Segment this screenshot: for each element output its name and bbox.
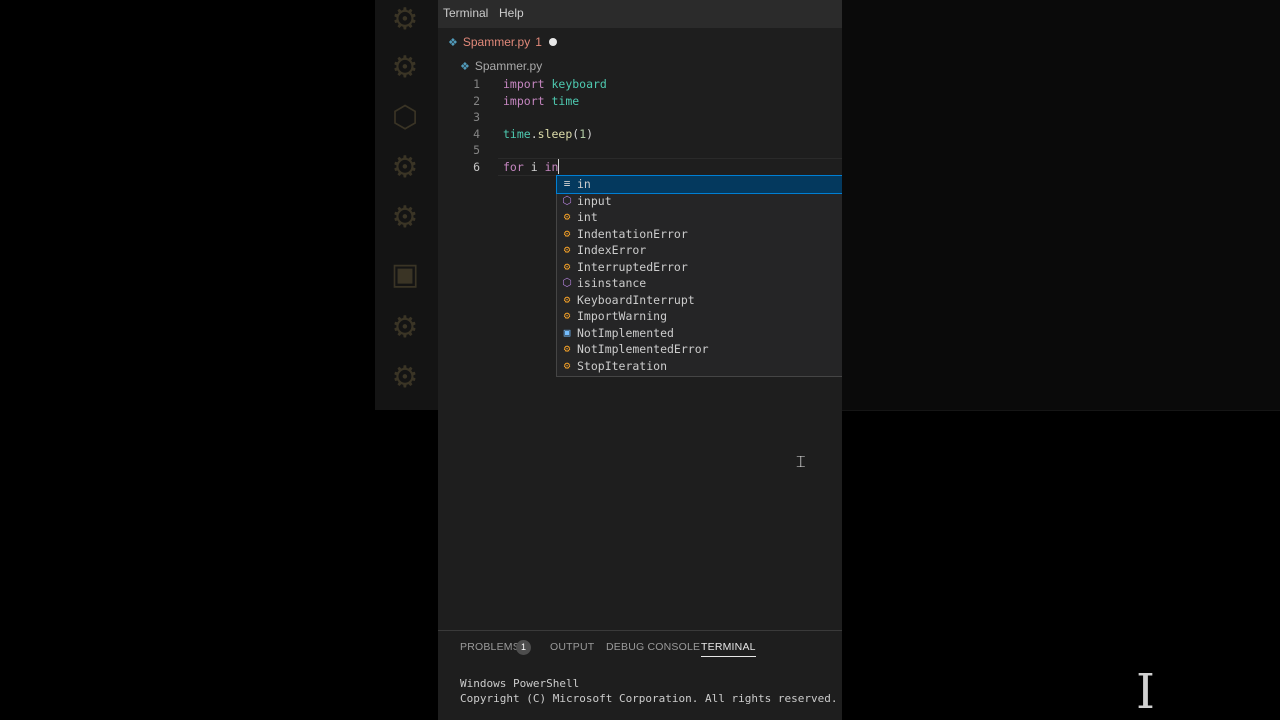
code-line[interactable]: 6 for i in	[438, 158, 842, 175]
menu-terminal[interactable]: Terminal	[443, 6, 488, 20]
tab-terminal[interactable]: TERMINAL	[701, 641, 756, 657]
class-icon: ⚙	[391, 310, 419, 345]
menu-help[interactable]: Help	[499, 6, 524, 20]
python-file-icon: ❖	[448, 36, 458, 49]
code-token: time	[551, 93, 580, 108]
tab-output[interactable]: OUTPUT	[550, 641, 594, 653]
suggestion-label: KeyboardInterrupt	[577, 292, 695, 307]
suggestion-item[interactable]: ⚙ int	[557, 209, 842, 226]
text-cursor-icon: ⌶	[796, 452, 806, 471]
suggestion-item[interactable]: ⚙ NotImplementedError	[557, 341, 842, 358]
class-icon: ⚙	[563, 358, 571, 372]
editor-window: Terminal Help ❖ Spammer.py 1 ❖ Spammer.p…	[438, 0, 842, 720]
code-token: sleep	[537, 126, 573, 141]
class-icon: ⚙	[563, 342, 571, 356]
class-icon: ⚙	[563, 259, 571, 273]
python-file-icon: ❖	[460, 60, 470, 73]
code-token: )	[586, 126, 594, 141]
suggestion-item[interactable]: ⚙ InterruptedError	[557, 259, 842, 276]
suggestion-label: int	[577, 210, 598, 225]
class-icon: ⚙	[391, 360, 419, 395]
suggestion-item[interactable]: ⬡ isinstance	[557, 275, 842, 292]
suggestion-label: InterruptedError	[577, 259, 688, 274]
suggestion-label: NotImplemented	[577, 325, 674, 340]
unsaved-dot-icon[interactable]	[549, 38, 557, 46]
class-icon: ⚙	[391, 50, 419, 85]
line-number: 1	[473, 77, 480, 91]
suggestion-label: IndentationError	[577, 226, 688, 241]
tab-spammer-py[interactable]: ❖ Spammer.py 1	[448, 28, 542, 56]
text-cursor-icon: I	[1136, 664, 1155, 720]
suggestion-label: input	[577, 193, 612, 208]
line-number: 5	[473, 143, 480, 157]
class-icon: ⚙	[391, 2, 419, 37]
text-caret	[558, 158, 560, 174]
cube-icon: ⬡	[391, 100, 419, 135]
code-token: keyboard	[551, 77, 607, 91]
suggestion-item[interactable]: ⚙ StopIteration	[557, 358, 842, 375]
line-source: import keyboard	[503, 76, 607, 92]
line-source: time.sleep(1)	[503, 126, 593, 142]
background-blurred-sidebar: ⚙ ⚙ ⬡ ⚙ ⚙ ▣ ⚙ ⚙	[375, 0, 438, 410]
code-line[interactable]: 1 import keyboard	[438, 76, 842, 92]
code-token: in	[544, 159, 559, 174]
class-icon: ⚙	[563, 309, 571, 323]
line-source: import time	[503, 93, 579, 109]
background-blurred-panel	[842, 0, 1280, 411]
problems-badge: 1	[516, 640, 531, 655]
code-token: import	[503, 77, 552, 91]
suggestion-item[interactable]: ⚙ KeyboardInterrupt	[557, 292, 842, 309]
tab-problems[interactable]: PROBLEMS	[460, 641, 520, 653]
bottom-panel: PROBLEMS 1 OUTPUT DEBUG CONSOLE TERMINAL…	[438, 630, 842, 720]
line-number: 6	[473, 159, 480, 174]
tab-debug-console[interactable]: DEBUG CONSOLE	[606, 641, 700, 653]
line-number: 3	[473, 110, 480, 124]
suggestion-label: isinstance	[577, 276, 647, 291]
code-token: import	[503, 93, 552, 108]
suggestion-label: in	[577, 177, 591, 192]
class-icon: ⚙	[391, 200, 419, 235]
terminal-line: Windows PowerShell	[460, 677, 580, 690]
class-icon: ⚙	[563, 210, 571, 224]
tab-problem-count: 1	[535, 35, 542, 49]
tab-bar: ❖ Spammer.py 1	[438, 28, 842, 56]
suggestion-item[interactable]: ⚙ IndentationError	[557, 226, 842, 243]
tab-label: Spammer.py	[462, 35, 531, 49]
code-token: .	[530, 126, 538, 141]
class-icon: ⚙	[563, 243, 571, 257]
keyword-icon: ≡	[563, 177, 571, 191]
terminal-line: Copyright (C) Microsoft Corporation. All…	[460, 692, 838, 705]
function-icon: ⬡	[562, 193, 572, 207]
suggestion-label: ImportWarning	[577, 309, 668, 324]
code-line[interactable]: 3	[438, 109, 842, 125]
line-number: 4	[473, 126, 480, 141]
code-line[interactable]: 5	[438, 142, 842, 158]
line-number: 2	[473, 93, 480, 108]
class-icon: ⚙	[563, 292, 571, 306]
code-token: for	[503, 159, 531, 174]
class-icon: ⚙	[563, 226, 571, 240]
breadcrumb[interactable]: ❖ Spammer.py	[460, 59, 542, 73]
suggestion-label: IndexError	[577, 243, 647, 258]
suggestion-label: NotImplementedError	[577, 342, 709, 357]
code-line[interactable]: 4 time.sleep(1)	[438, 126, 842, 142]
suggestion-item[interactable]: ⚙ IndexError	[557, 242, 842, 259]
suggestion-item[interactable]: ≡ in	[556, 175, 842, 194]
code-token: time	[503, 126, 531, 141]
suggestion-item[interactable]: ⚙ ImportWarning	[557, 308, 842, 325]
suggestion-item[interactable]: ▣ NotImplemented	[557, 325, 842, 342]
line-source: for i in	[503, 158, 560, 175]
constant-icon: ▣	[390, 257, 420, 292]
menu-bar: Terminal Help	[438, 0, 842, 28]
suggestion-item[interactable]: ⬡ input	[557, 193, 842, 210]
suggestion-label: StopIteration	[577, 358, 668, 373]
breadcrumb-file: Spammer.py	[474, 59, 543, 73]
class-icon: ⚙	[391, 150, 419, 185]
constant-icon: ▣	[563, 325, 571, 339]
code-line[interactable]: 2 import time	[438, 93, 842, 109]
autocomplete-widget: ≡ in ⬡ input ⚙ int ⚙ IndentationError ⚙ IndexErro…	[556, 175, 842, 377]
function-icon: ⬡	[562, 276, 572, 290]
code-token: i	[530, 159, 545, 174]
